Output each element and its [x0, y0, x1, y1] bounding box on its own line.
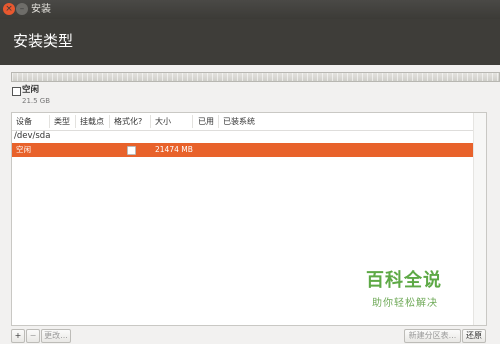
col-used[interactable]: 已用	[198, 116, 214, 127]
watermark-title: 百科全说	[366, 270, 442, 291]
watermark-subtitle: 助你轻松解决	[372, 298, 438, 309]
col-mount[interactable]: 挂载点	[80, 116, 104, 127]
new-partition-table-button[interactable]: 新建分区表...	[404, 329, 461, 343]
col-type[interactable]: 类型	[54, 116, 70, 127]
format-checkbox[interactable]	[127, 146, 136, 155]
column-divider	[218, 115, 219, 128]
table-row-selected[interactable]: 空闲 21474 MB	[12, 143, 486, 157]
legend-label: 空闲	[22, 85, 40, 95]
col-device[interactable]: 设备	[16, 116, 32, 127]
minimize-icon: –	[19, 4, 25, 14]
row-device: 空闲	[16, 145, 31, 154]
col-installed-os[interactable]: 已装系统	[223, 116, 255, 127]
window-title: 安装	[31, 4, 51, 15]
table-header: 设备 类型 挂载点 格式化? 大小 已用 已装系统	[12, 113, 486, 131]
column-divider	[150, 115, 151, 128]
col-size[interactable]: 大小	[155, 116, 171, 127]
column-divider	[49, 115, 50, 128]
table-scrollbar[interactable]	[473, 113, 486, 325]
page-title: 安装类型	[13, 32, 74, 50]
col-format[interactable]: 格式化?	[114, 116, 142, 127]
row-size: 21474 MB	[155, 145, 193, 154]
remove-partition-button[interactable]: −	[26, 329, 40, 343]
title-bar: × – 安装	[0, 0, 500, 19]
page-header: 安装类型	[0, 19, 500, 65]
free-space-swatch	[12, 87, 21, 96]
column-divider	[109, 115, 110, 128]
close-button[interactable]: ×	[3, 3, 15, 15]
change-partition-button[interactable]: 更改...	[41, 329, 71, 343]
minimize-button[interactable]: –	[16, 3, 28, 15]
revert-button[interactable]: 还原	[462, 329, 486, 343]
close-icon: ×	[5, 4, 13, 14]
add-partition-button[interactable]: +	[11, 329, 25, 343]
partition-table[interactable]: 设备 类型 挂载点 格式化? 大小 已用 已装系统 /dev/sda 空闲 21…	[11, 112, 487, 326]
column-divider	[75, 115, 76, 128]
device-row[interactable]: /dev/sda	[14, 130, 50, 143]
legend-size: 21.5 GB	[22, 97, 51, 105]
column-divider	[192, 115, 193, 128]
disk-usage-bar	[11, 72, 500, 82]
